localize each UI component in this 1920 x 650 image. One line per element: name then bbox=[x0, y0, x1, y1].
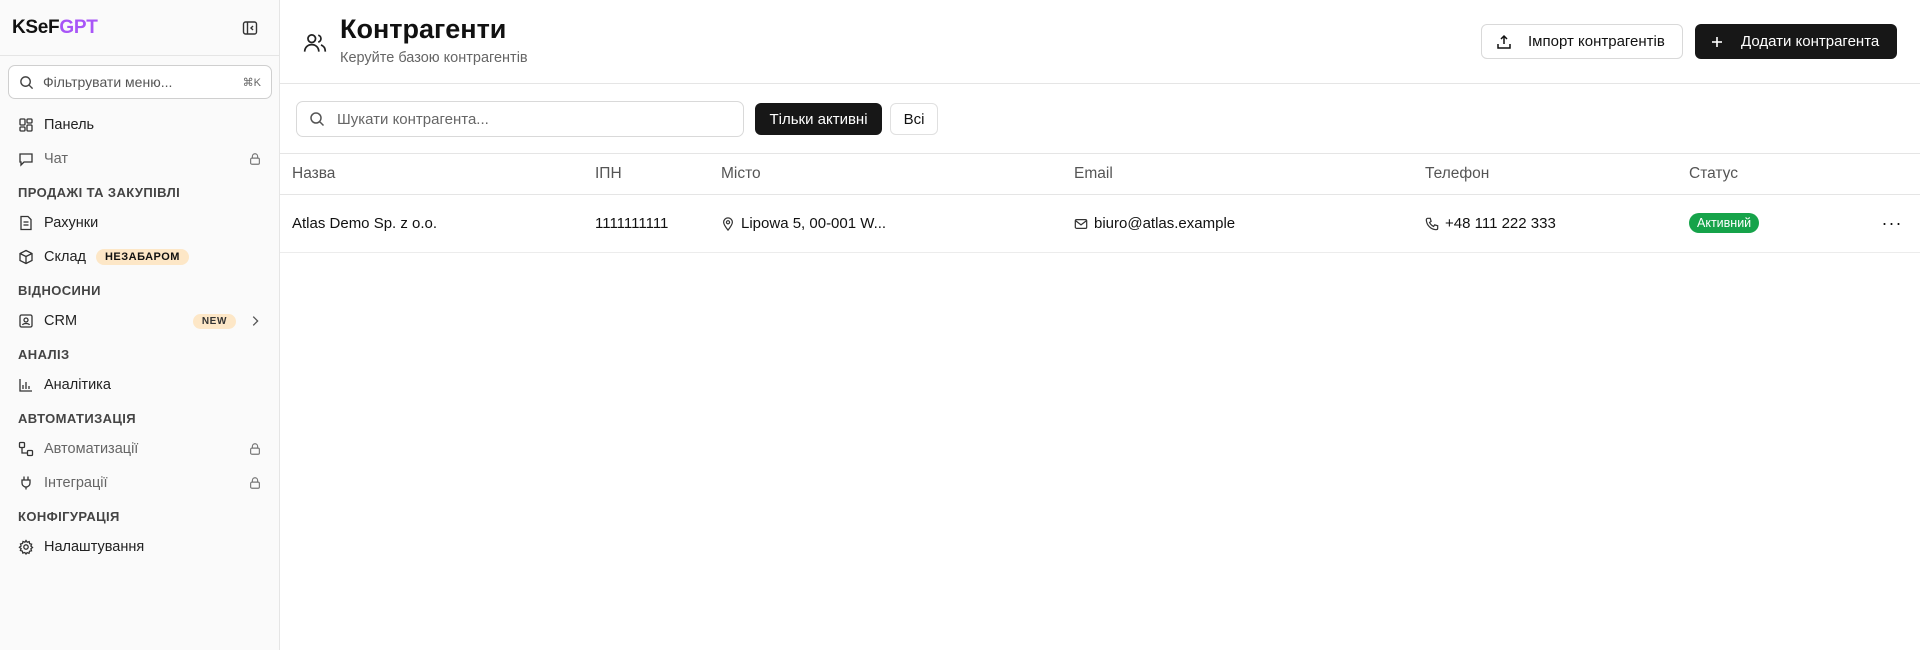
row-actions-more-icon[interactable]: ··· bbox=[1880, 211, 1904, 235]
column-header-name[interactable]: Назва bbox=[292, 165, 335, 183]
document-icon bbox=[20, 215, 32, 231]
contact-card-icon bbox=[19, 314, 33, 328]
cell-name: Atlas Demo Sp. z o.o. bbox=[292, 215, 438, 232]
cell-city-text: Lipowa 5, 00-001 W... bbox=[741, 215, 887, 232]
sidebar-header: KSeFGPT bbox=[0, 0, 279, 56]
column-header-status[interactable]: Статус bbox=[1689, 165, 1738, 183]
table-header: Назва ІПН Місто Email Телефон Статус bbox=[280, 154, 1920, 195]
lock-icon bbox=[250, 477, 260, 489]
column-header-phone[interactable]: Телефон bbox=[1425, 165, 1489, 183]
menu-filter-placeholder: Фільтрувати меню... bbox=[43, 74, 173, 90]
cell-city: Lipowa 5, 00-001 W... bbox=[721, 215, 886, 232]
column-header-tax-id[interactable]: ІПН bbox=[595, 165, 622, 183]
mail-icon bbox=[1074, 218, 1088, 229]
filter-toolbar: Шукати контрагента... Тільки активні Всі bbox=[280, 84, 1920, 154]
page-header: Контрагенти Керуйте базою контрагентів І… bbox=[280, 0, 1920, 84]
users-icon bbox=[303, 34, 327, 52]
keyboard-shortcut: ⌘K bbox=[242, 76, 261, 89]
section-config: КОНФІГУРАЦІЯ bbox=[18, 509, 120, 524]
contractors-table: Назва ІПН Місто Email Телефон Статус Atl… bbox=[280, 154, 1920, 253]
page-subtitle: Керуйте базою контрагентів bbox=[340, 50, 528, 66]
box-icon bbox=[19, 249, 33, 265]
logo-text-primary: KSeF bbox=[12, 16, 60, 38]
sidebar-item-label: Автоматизації bbox=[44, 441, 139, 457]
filter-active-only-button[interactable]: Тільки активні bbox=[755, 103, 882, 135]
sidebar-item-warehouse[interactable]: Склад НЕЗАБАРОМ bbox=[0, 240, 280, 274]
sidebar-item-label: Рахунки bbox=[44, 215, 99, 231]
gear-icon bbox=[18, 539, 34, 555]
sidebar: KSeFGPT Фільтрувати меню... ⌘K Панель Ча… bbox=[0, 0, 280, 650]
cell-email-text: biuro@atlas.example bbox=[1094, 215, 1236, 232]
bar-chart-icon bbox=[19, 379, 32, 392]
section-automation: АВТОМАТИЗАЦІЯ bbox=[18, 411, 137, 426]
lock-icon bbox=[250, 153, 260, 165]
map-pin-icon bbox=[723, 216, 733, 231]
sidebar-item-label: Інтеграції bbox=[44, 475, 108, 491]
add-button-label: Додати контрагента bbox=[1741, 33, 1880, 50]
contractor-search-input[interactable]: Шукати контрагента... bbox=[296, 101, 744, 137]
workflow-icon bbox=[18, 441, 34, 457]
import-contractors-button[interactable]: Імпорт контрагентів bbox=[1481, 24, 1683, 59]
search-icon bbox=[310, 112, 325, 127]
logo-text-accent: GPT bbox=[59, 16, 98, 38]
chevron-right-icon[interactable] bbox=[248, 314, 262, 328]
sidebar-item-panel[interactable]: Панель bbox=[0, 108, 280, 142]
logo[interactable]: KSeFGPT bbox=[12, 17, 98, 39]
section-relations: ВІДНОСИНИ bbox=[18, 283, 101, 298]
cell-phone-text: +48 111 222 333 bbox=[1445, 215, 1556, 232]
sidebar-item-label: Чат bbox=[44, 151, 69, 167]
search-icon bbox=[20, 75, 34, 89]
page-title: Контрагенти bbox=[340, 14, 507, 44]
sidebar-item-chat[interactable]: Чат bbox=[0, 142, 280, 176]
search-placeholder: Шукати контрагента... bbox=[337, 110, 489, 128]
plug-icon bbox=[21, 476, 31, 490]
sidebar-nav: Панель Чат ПРОДАЖІ ТА ЗАКУПІВЛІ Рахунки … bbox=[0, 108, 280, 564]
sidebar-item-label: CRM bbox=[44, 313, 78, 329]
sidebar-item-integrations[interactable]: Інтеграції bbox=[0, 466, 280, 500]
dashboard-icon bbox=[19, 118, 33, 132]
add-contractor-button[interactable]: Додати контрагента bbox=[1695, 24, 1897, 59]
chat-icon bbox=[19, 153, 33, 167]
cell-phone: +48 111 222 333 bbox=[1425, 215, 1556, 232]
lock-icon bbox=[250, 443, 260, 455]
status-badge: Активний bbox=[1689, 213, 1760, 233]
upload-icon bbox=[1497, 34, 1511, 49]
plus-icon bbox=[1712, 36, 1722, 47]
sidebar-item-automations[interactable]: Автоматизації bbox=[0, 432, 280, 466]
sidebar-item-crm[interactable]: CRM NEW bbox=[0, 304, 280, 338]
coming-soon-badge: НЕЗАБАРОМ bbox=[95, 249, 189, 265]
column-header-email[interactable]: Email bbox=[1074, 165, 1113, 183]
phone-icon bbox=[1425, 217, 1439, 230]
table-row[interactable]: Atlas Demo Sp. z o.o. 1111111111 Lipowa … bbox=[280, 195, 1920, 253]
sidebar-item-label: Панель bbox=[44, 117, 95, 133]
section-analysis: АНАЛІЗ bbox=[18, 347, 70, 362]
column-header-city[interactable]: Місто bbox=[721, 165, 761, 183]
filter-all-button[interactable]: Всі bbox=[890, 103, 938, 135]
main-content: Контрагенти Керуйте базою контрагентів І… bbox=[280, 0, 1920, 650]
cell-tax-id: 1111111111 bbox=[595, 215, 669, 232]
section-sales: ПРОДАЖІ ТА ЗАКУПІВЛІ bbox=[18, 185, 181, 200]
cell-email: biuro@atlas.example bbox=[1074, 215, 1235, 232]
sidebar-item-label: Налаштування bbox=[44, 539, 145, 555]
sidebar-item-invoices[interactable]: Рахунки bbox=[0, 206, 280, 240]
sidebar-item-settings[interactable]: Налаштування bbox=[0, 530, 280, 564]
sidebar-item-label: Склад bbox=[44, 249, 86, 265]
menu-filter-input[interactable]: Фільтрувати меню... ⌘K bbox=[8, 65, 272, 99]
sidebar-item-label: Аналітика bbox=[44, 377, 111, 393]
sidebar-item-analytics[interactable]: Аналітика bbox=[0, 368, 280, 402]
sidebar-collapse-icon[interactable] bbox=[241, 19, 259, 37]
import-button-label: Імпорт контрагентів bbox=[1528, 33, 1665, 50]
new-badge: NEW bbox=[192, 313, 236, 329]
